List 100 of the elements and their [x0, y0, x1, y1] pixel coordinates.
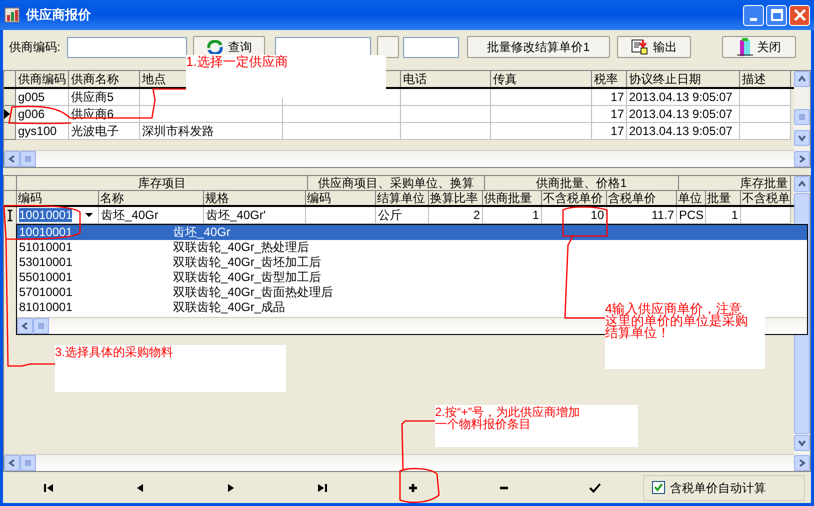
selected-text: 10010001	[19, 208, 72, 222]
table-cell: 10	[542, 207, 607, 224]
input-field[interactable]	[403, 36, 459, 58]
annotation-text: 一个物料报价条目	[435, 418, 531, 430]
chevron-icon	[7, 458, 17, 468]
scroll-left-button[interactable]	[4, 151, 20, 167]
grip-icon	[37, 322, 45, 330]
column-header[interactable]: 含税单价	[607, 191, 677, 205]
minimize-icon	[750, 18, 757, 20]
annotation-text: 3.选择具体的采购物料	[55, 346, 174, 358]
scroll-down-button[interactable]	[794, 435, 810, 451]
dropdown-item[interactable]: 53010001 双联齿轮_40Gr_齿坯加工后	[17, 255, 322, 270]
grip-icon	[24, 155, 32, 163]
column-header[interactable]: 描述	[740, 71, 791, 87]
table-cell: 1	[483, 207, 542, 224]
vertical-scrollbar[interactable]	[794, 71, 810, 167]
chevron-icon	[20, 321, 30, 331]
scrollbar-thumb[interactable]	[33, 318, 49, 334]
table-cell: gys100	[16, 123, 69, 140]
current-row-icon	[4, 109, 10, 119]
table-cell: 1	[706, 207, 741, 224]
annotation-text: 1.选择一定供应商	[186, 56, 289, 68]
dropdown-item[interactable]: 57010001 双联齿轮_40Gr_齿面热处理后	[17, 285, 334, 300]
column-header[interactable]: 协议终止日期	[627, 71, 740, 87]
table-cell: 11.7	[607, 207, 677, 224]
supplier-code-field[interactable]	[67, 36, 187, 58]
scroll-down-button[interactable]	[794, 130, 810, 146]
column-group-header[interactable]: 库存项目	[17, 176, 308, 191]
app-icon	[4, 7, 20, 23]
column-header[interactable]: 结算单位	[376, 191, 429, 205]
column-header[interactable]: 不含税单价	[542, 191, 607, 205]
scroll-left-button[interactable]	[17, 318, 33, 334]
chevron-icon	[797, 179, 807, 189]
field-label: 供商编码:	[9, 39, 62, 56]
scroll-left-button[interactable]	[4, 455, 20, 471]
column-group-header[interactable]: 供应商项目、采购单位、换算	[308, 176, 485, 191]
annotation-text: 4输入供应商单价，注意	[605, 303, 742, 315]
close-button[interactable]	[789, 4, 810, 26]
table-cell: 17	[592, 106, 627, 123]
table-cell: g005	[16, 89, 69, 106]
scrollbar-thumb[interactable]	[20, 455, 36, 471]
checkbox[interactable]	[652, 481, 665, 494]
table-cell: 2	[429, 207, 483, 224]
maximize-icon	[770, 9, 782, 21]
column-group-header[interactable]: 库存批量	[679, 176, 791, 191]
table-cell: 齿坯_40Gr'	[204, 207, 306, 224]
first-icon	[42, 482, 54, 494]
small-button[interactable]	[377, 36, 399, 58]
column-group-header[interactable]: 供商批量、价格1	[485, 176, 679, 191]
dropdown-item[interactable]: 10010001 齿坯_40Gr	[17, 225, 807, 240]
column-header[interactable]: 换算比率	[429, 191, 483, 205]
column-header[interactable]: 供商批量	[483, 191, 542, 205]
close-window-button[interactable]: 关闭	[722, 36, 796, 58]
scrollbar-thumb[interactable]	[794, 109, 810, 125]
annotation-text: 这里的单价的单位是采购	[605, 315, 749, 327]
chevron-icon	[797, 154, 807, 164]
auto-calc-checkbox[interactable]: 含税单价自动计算	[643, 474, 805, 500]
column-header[interactable]: 规格	[204, 191, 306, 205]
dropdown-item[interactable]: 81010001 双联齿轮_40Gr_成品	[17, 300, 286, 315]
grip-icon	[24, 459, 32, 467]
scroll-up-button[interactable]	[794, 71, 810, 87]
table-cell: 2013.04.13 9:05:07	[627, 123, 740, 140]
horizontal-scrollbar[interactable]	[4, 150, 794, 167]
table-cell: 光波电子	[69, 123, 140, 140]
column-header[interactable]: 批量	[706, 191, 741, 205]
maximize-button[interactable]	[766, 4, 787, 26]
table-cell	[740, 89, 791, 106]
minimize-button[interactable]	[743, 4, 764, 26]
column-header[interactable]: 供商编码	[16, 71, 69, 87]
column-header[interactable]: 供商名称	[69, 71, 140, 87]
scroll-up-button[interactable]	[794, 176, 810, 192]
table-cell: 17	[592, 123, 627, 140]
column-header[interactable]: 电话	[401, 71, 491, 87]
column-header[interactable]: 编码	[17, 191, 99, 205]
column-header[interactable]: 传真	[491, 71, 592, 87]
door-icon	[737, 38, 753, 56]
table-cell: 2013.04.13 9:05:07	[627, 89, 740, 106]
column-header[interactable]: 税率	[592, 71, 627, 87]
scroll-right-button[interactable]	[794, 151, 810, 167]
column-header[interactable]: 编码	[306, 191, 376, 205]
combo-box[interactable]: 10010001	[17, 207, 99, 224]
dropdown-item[interactable]: 55010001 双联齿轮_40Gr_齿型加工后	[17, 270, 322, 285]
table-cell: 2013.04.13 9:05:07	[627, 106, 740, 123]
table-cell: 齿坯_40Gr	[99, 207, 204, 224]
grip-icon	[798, 113, 806, 121]
horizontal-scrollbar[interactable]	[4, 454, 794, 471]
scroll-right-button[interactable]	[794, 455, 810, 471]
export-button[interactable]: 输出	[617, 36, 691, 58]
table-cell	[740, 123, 791, 140]
column-header[interactable]: 单位	[677, 191, 706, 205]
chevron-icon	[797, 74, 807, 84]
close-icon	[794, 9, 806, 21]
batch-edit-button[interactable]: 批量修改结算单价1	[467, 36, 610, 58]
column-header[interactable]: 不含税单	[741, 191, 791, 205]
table-cell: PCS	[677, 207, 706, 224]
scrollbar-thumb[interactable]	[20, 151, 36, 167]
checkmark-icon	[588, 482, 600, 494]
column-header[interactable]: 名称	[99, 191, 204, 205]
dropdown-item[interactable]: 51010001 双联齿轮_40Gr_热处理后	[17, 240, 310, 255]
window-title: 供应商报价	[26, 6, 92, 24]
